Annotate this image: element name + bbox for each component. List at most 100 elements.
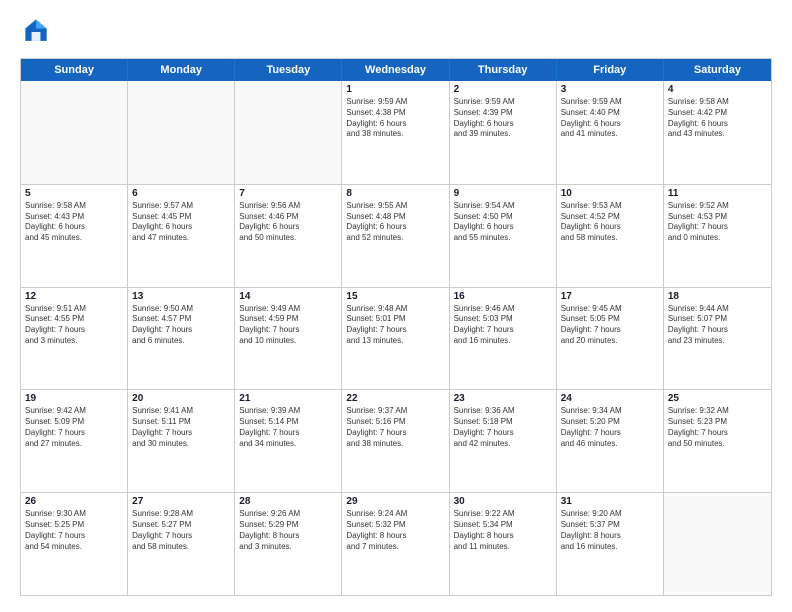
cell-info: Sunrise: 9:59 AM Sunset: 4:38 PM Dayligh… <box>346 97 444 140</box>
cell-info: Sunrise: 9:39 AM Sunset: 5:14 PM Dayligh… <box>239 406 337 449</box>
header <box>20 16 772 48</box>
day-number: 4 <box>668 84 767 95</box>
day-number: 1 <box>346 84 444 95</box>
calendar-cell <box>128 81 235 184</box>
day-number: 23 <box>454 393 552 404</box>
cell-info: Sunrise: 9:37 AM Sunset: 5:16 PM Dayligh… <box>346 406 444 449</box>
day-number: 13 <box>132 291 230 302</box>
cell-info: Sunrise: 9:55 AM Sunset: 4:48 PM Dayligh… <box>346 201 444 244</box>
calendar-cell: 23 Sunrise: 9:36 AM Sunset: 5:18 PM Dayli… <box>450 390 557 492</box>
calendar-cell: 31Sunrise: 9:20 AM Sunset: 5:37 PM Dayli… <box>557 493 664 595</box>
day-number: 11 <box>668 188 767 199</box>
calendar-cell <box>235 81 342 184</box>
cell-info: Sunrise: 9:57 AM Sunset: 4:45 PM Dayligh… <box>132 201 230 244</box>
day-number: 25 <box>668 393 767 404</box>
calendar-row: 5 Sunrise: 9:58 AM Sunset: 4:43 PM Daylig… <box>21 184 771 287</box>
cell-info: Sunrise: 9:58 AM Sunset: 4:43 PM Dayligh… <box>25 201 123 244</box>
cell-info: Sunrise: 9:42 AM Sunset: 5:09 PM Dayligh… <box>25 406 123 449</box>
header-wednesday: Wednesday <box>342 59 449 81</box>
day-number: 17 <box>561 291 659 302</box>
calendar-cell <box>664 493 771 595</box>
calendar-header: Sunday Monday Tuesday Wednesday Thursday… <box>21 59 771 81</box>
day-number: 27 <box>132 496 230 507</box>
day-number: 20 <box>132 393 230 404</box>
calendar: Sunday Monday Tuesday Wednesday Thursday… <box>20 58 772 596</box>
calendar-cell: 6Sunrise: 9:57 AM Sunset: 4:45 PM Daylig… <box>128 185 235 287</box>
calendar-cell: 13 Sunrise: 9:50 AM Sunset: 4:57 PM Dayli… <box>128 288 235 390</box>
day-number: 29 <box>346 496 444 507</box>
day-number: 16 <box>454 291 552 302</box>
header-thursday: Thursday <box>450 59 557 81</box>
calendar-cell: 11Sunrise: 9:52 AM Sunset: 4:53 PM Dayli… <box>664 185 771 287</box>
logo-icon <box>20 16 52 48</box>
day-number: 18 <box>668 291 767 302</box>
calendar-cell: 26 Sunrise: 9:30 AM Sunset: 5:25 PM Dayli… <box>21 493 128 595</box>
day-number: 7 <box>239 188 337 199</box>
day-number: 19 <box>25 393 123 404</box>
calendar-cell: 18 Sunrise: 9:44 AM Sunset: 5:07 PM Dayli… <box>664 288 771 390</box>
day-number: 22 <box>346 393 444 404</box>
day-number: 9 <box>454 188 552 199</box>
day-number: 10 <box>561 188 659 199</box>
header-friday: Friday <box>557 59 664 81</box>
cell-info: Sunrise: 9:50 AM Sunset: 4:57 PM Dayligh… <box>132 304 230 347</box>
calendar-cell: 14 Sunrise: 9:49 AM Sunset: 4:59 PM Dayli… <box>235 288 342 390</box>
calendar-cell: 19 Sunrise: 9:42 AM Sunset: 5:09 PM Dayli… <box>21 390 128 492</box>
cell-info: Sunrise: 9:58 AM Sunset: 4:42 PM Dayligh… <box>668 97 767 140</box>
cell-info: Sunrise: 9:26 AM Sunset: 5:29 PM Dayligh… <box>239 509 337 552</box>
cell-info: Sunrise: 9:41 AM Sunset: 5:11 PM Dayligh… <box>132 406 230 449</box>
page: Sunday Monday Tuesday Wednesday Thursday… <box>0 0 792 612</box>
day-number: 14 <box>239 291 337 302</box>
calendar-row: 1 Sunrise: 9:59 AM Sunset: 4:38 PM Daylig… <box>21 81 771 184</box>
calendar-cell: 15 Sunrise: 9:48 AM Sunset: 5:01 PM Dayli… <box>342 288 449 390</box>
calendar-cell: 1 Sunrise: 9:59 AM Sunset: 4:38 PM Daylig… <box>342 81 449 184</box>
day-number: 24 <box>561 393 659 404</box>
cell-info: Sunrise: 9:48 AM Sunset: 5:01 PM Dayligh… <box>346 304 444 347</box>
header-sunday: Sunday <box>21 59 128 81</box>
day-number: 26 <box>25 496 123 507</box>
logo <box>20 16 56 48</box>
day-number: 5 <box>25 188 123 199</box>
header-tuesday: Tuesday <box>235 59 342 81</box>
calendar-cell: 9 Sunrise: 9:54 AM Sunset: 4:50 PM Daylig… <box>450 185 557 287</box>
cell-info: Sunrise: 9:20 AM Sunset: 5:37 PM Dayligh… <box>561 509 659 552</box>
calendar-cell: 2 Sunrise: 9:59 AM Sunset: 4:39 PM Daylig… <box>450 81 557 184</box>
calendar-cell: 12Sunrise: 9:51 AM Sunset: 4:55 PM Dayli… <box>21 288 128 390</box>
cell-info: Sunrise: 9:56 AM Sunset: 4:46 PM Dayligh… <box>239 201 337 244</box>
calendar-cell: 5 Sunrise: 9:58 AM Sunset: 4:43 PM Daylig… <box>21 185 128 287</box>
calendar-cell: 16Sunrise: 9:46 AM Sunset: 5:03 PM Dayli… <box>450 288 557 390</box>
calendar-cell: 7 Sunrise: 9:56 AM Sunset: 4:46 PM Daylig… <box>235 185 342 287</box>
cell-info: Sunrise: 9:49 AM Sunset: 4:59 PM Dayligh… <box>239 304 337 347</box>
calendar-cell: 27 Sunrise: 9:28 AM Sunset: 5:27 PM Dayli… <box>128 493 235 595</box>
calendar-cell: 22 Sunrise: 9:37 AM Sunset: 5:16 PM Dayli… <box>342 390 449 492</box>
calendar-cell: 24Sunrise: 9:34 AM Sunset: 5:20 PM Dayli… <box>557 390 664 492</box>
cell-info: Sunrise: 9:59 AM Sunset: 4:40 PM Dayligh… <box>561 97 659 140</box>
calendar-cell: 30Sunrise: 9:22 AM Sunset: 5:34 PM Dayli… <box>450 493 557 595</box>
calendar-cell: 10Sunrise: 9:53 AM Sunset: 4:52 PM Dayli… <box>557 185 664 287</box>
day-number: 15 <box>346 291 444 302</box>
calendar-cell: 3 Sunrise: 9:59 AM Sunset: 4:40 PM Daylig… <box>557 81 664 184</box>
day-number: 3 <box>561 84 659 95</box>
calendar-cell: 4 Sunrise: 9:58 AM Sunset: 4:42 PM Daylig… <box>664 81 771 184</box>
calendar-row: 12Sunrise: 9:51 AM Sunset: 4:55 PM Dayli… <box>21 287 771 390</box>
header-saturday: Saturday <box>664 59 771 81</box>
calendar-row: 19 Sunrise: 9:42 AM Sunset: 5:09 PM Dayli… <box>21 389 771 492</box>
calendar-row: 26 Sunrise: 9:30 AM Sunset: 5:25 PM Dayli… <box>21 492 771 595</box>
cell-info: Sunrise: 9:59 AM Sunset: 4:39 PM Dayligh… <box>454 97 552 140</box>
day-number: 21 <box>239 393 337 404</box>
cell-info: Sunrise: 9:44 AM Sunset: 5:07 PM Dayligh… <box>668 304 767 347</box>
cell-info: Sunrise: 9:30 AM Sunset: 5:25 PM Dayligh… <box>25 509 123 552</box>
calendar-cell: 25 Sunrise: 9:32 AM Sunset: 5:23 PM Dayli… <box>664 390 771 492</box>
cell-info: Sunrise: 9:32 AM Sunset: 5:23 PM Dayligh… <box>668 406 767 449</box>
cell-info: Sunrise: 9:28 AM Sunset: 5:27 PM Dayligh… <box>132 509 230 552</box>
calendar-cell: 29Sunrise: 9:24 AM Sunset: 5:32 PM Dayli… <box>342 493 449 595</box>
day-number: 8 <box>346 188 444 199</box>
day-number: 2 <box>454 84 552 95</box>
header-monday: Monday <box>128 59 235 81</box>
cell-info: Sunrise: 9:36 AM Sunset: 5:18 PM Dayligh… <box>454 406 552 449</box>
cell-info: Sunrise: 9:51 AM Sunset: 4:55 PM Dayligh… <box>25 304 123 347</box>
day-number: 28 <box>239 496 337 507</box>
cell-info: Sunrise: 9:54 AM Sunset: 4:50 PM Dayligh… <box>454 201 552 244</box>
calendar-cell: 8 Sunrise: 9:55 AM Sunset: 4:48 PM Daylig… <box>342 185 449 287</box>
calendar-cell: 21 Sunrise: 9:39 AM Sunset: 5:14 PM Dayli… <box>235 390 342 492</box>
